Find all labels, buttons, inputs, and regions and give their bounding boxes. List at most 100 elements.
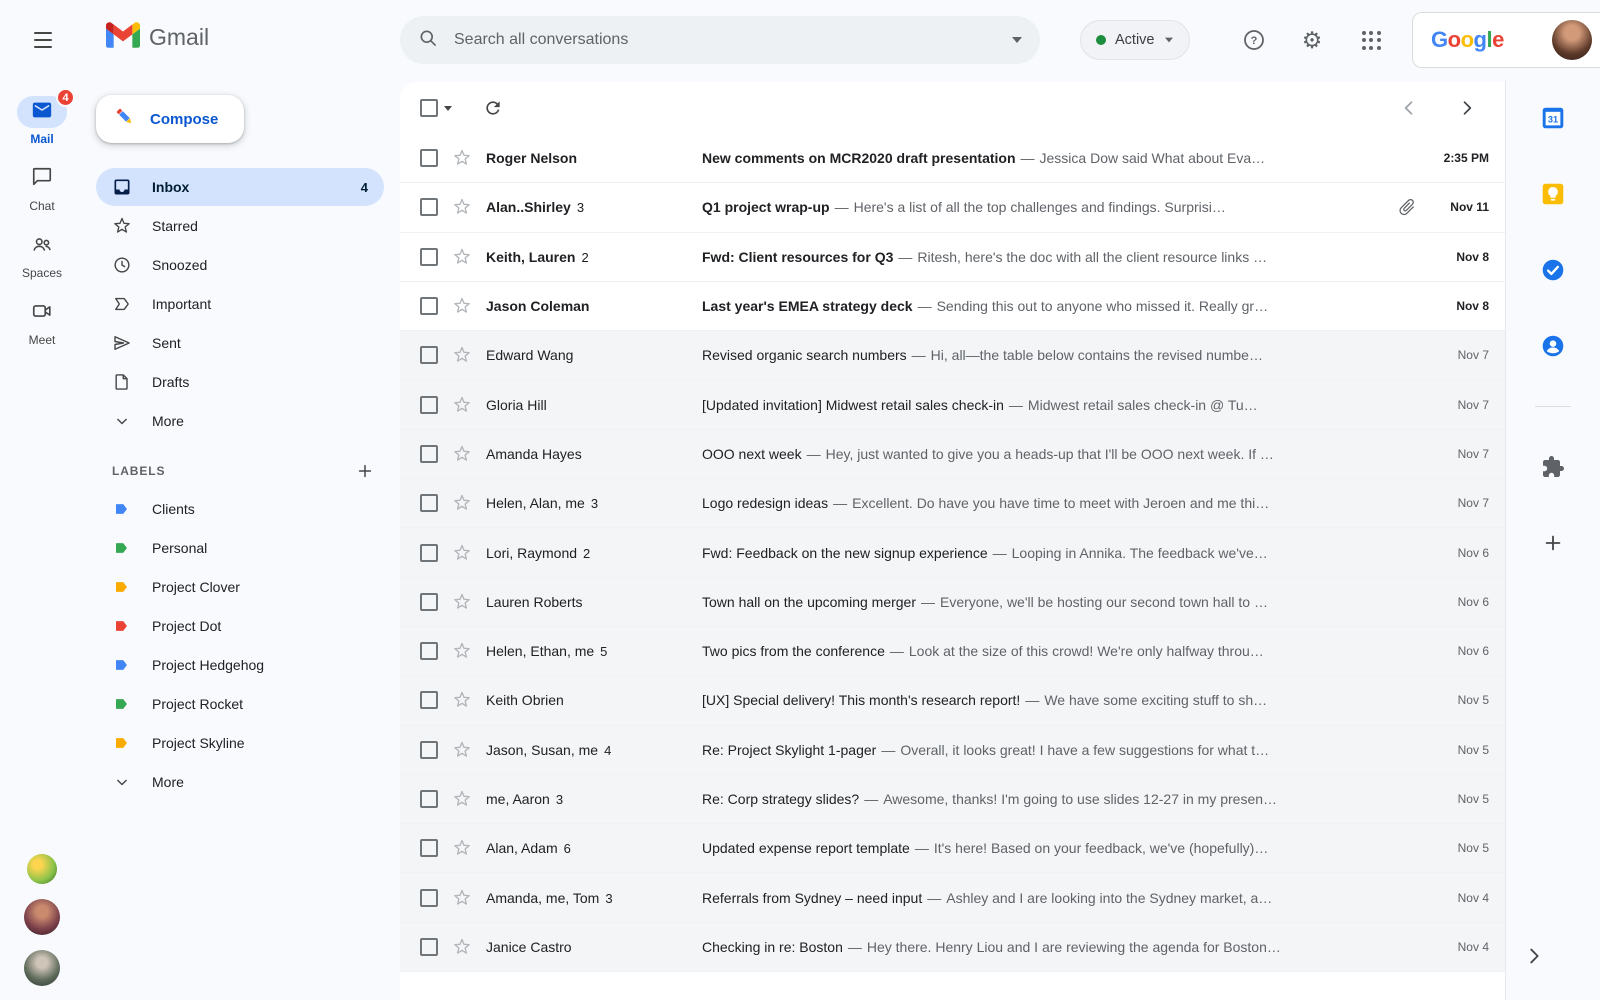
star-toggle-icon[interactable] (452, 740, 472, 760)
chat-avatar-1[interactable] (24, 899, 60, 935)
star-toggle-icon[interactable] (452, 197, 472, 217)
sidebar-label[interactable]: Project Dot (96, 607, 384, 645)
star-toggle-icon[interactable] (452, 838, 472, 858)
sidebar-label[interactable]: Project Rocket (96, 685, 384, 723)
email-row[interactable]: Edward Wang Revised organic search numbe… (400, 331, 1505, 381)
newer-page-button[interactable] (1397, 96, 1421, 120)
tasks-button[interactable] (1537, 254, 1569, 286)
main-menu-button[interactable] (26, 23, 60, 57)
email-select-checkbox[interactable] (420, 740, 438, 759)
email-select-checkbox[interactable] (420, 937, 438, 956)
star-toggle-icon[interactable] (452, 543, 472, 563)
status-selector[interactable]: Active (1080, 20, 1190, 60)
email-sender: Jason, Susan, me 4 (486, 741, 612, 758)
email-select-checkbox[interactable] (420, 839, 438, 858)
sidebar-item-starred[interactable]: Starred (96, 207, 384, 245)
search-options-caret-icon[interactable] (1012, 37, 1022, 43)
get-addons-button[interactable] (1537, 451, 1569, 483)
email-select-checkbox[interactable] (420, 592, 438, 611)
email-row[interactable]: Lori, Raymond 2 Fwd: Feedback on the new … (400, 528, 1505, 578)
sidebar-label[interactable]: Personal (96, 529, 384, 567)
email-row[interactable]: Helen, Ethan, me 5 Two pics from the conf… (400, 626, 1505, 677)
star-toggle-icon[interactable] (452, 592, 472, 612)
email-select-checkbox[interactable] (420, 444, 438, 463)
sidebar-label[interactable]: Project Clover (96, 568, 384, 606)
email-select-checkbox[interactable] (420, 395, 438, 414)
star-toggle-icon[interactable] (452, 493, 472, 513)
sidebar-item-inbox[interactable]: Inbox 4 (96, 168, 384, 206)
star-toggle-icon[interactable] (452, 444, 472, 464)
email-date: Nov 5 (1457, 742, 1489, 757)
sidebar-labels-more[interactable]: More (96, 763, 384, 801)
important-marker-icon (112, 294, 132, 314)
email-row[interactable]: Keith Obrien [UX] Special delivery! This… (400, 676, 1505, 726)
email-row[interactable]: Alan, Adam 6 Updated expense report templ… (400, 824, 1505, 874)
email-select-checkbox[interactable] (420, 543, 438, 562)
email-select-checkbox[interactable] (420, 297, 438, 316)
settings-gear-button[interactable]: ⚙ (1297, 25, 1327, 55)
sidebar-label[interactable]: Project Hedgehog (96, 646, 384, 684)
contacts-button[interactable] (1537, 330, 1569, 362)
email-row[interactable]: Roger Nelson New comments on MCR2020 dra… (400, 134, 1505, 184)
email-select-checkbox[interactable] (420, 247, 438, 266)
search-input[interactable]: Search all conversations (454, 31, 1012, 49)
sidebar-item-drafts[interactable]: Drafts (96, 363, 384, 401)
star-toggle-icon[interactable] (452, 641, 472, 661)
select-options-caret-icon[interactable] (444, 105, 452, 111)
email-row[interactable]: Keith, Lauren 2 Fwd: Client resources for… (400, 232, 1505, 282)
email-select-checkbox[interactable] (420, 346, 438, 365)
sidebar-label[interactable]: Clients (96, 490, 384, 528)
help-button[interactable]: ? (1239, 25, 1269, 55)
calendar-button[interactable]: 31 (1537, 102, 1569, 134)
sidebar-item-snoozed[interactable]: Snoozed (96, 246, 384, 284)
email-select-checkbox[interactable] (420, 691, 438, 710)
chat-avatar-sticker[interactable] (27, 854, 57, 884)
star-toggle-icon[interactable] (452, 296, 472, 316)
rail-item-chat[interactable]: Chat (17, 163, 67, 213)
email-row[interactable]: Lauren Roberts Town hall on the upcoming… (400, 577, 1505, 627)
search-bar[interactable]: Search all conversations (400, 16, 1040, 64)
email-select-checkbox[interactable] (420, 149, 438, 168)
email-row[interactable]: Helen, Alan, me 3 Logo redesign ideas — Exc… (400, 479, 1505, 529)
star-toggle-icon[interactable] (452, 937, 472, 957)
sidebar-item-more[interactable]: More (96, 402, 384, 440)
sidebar-item-sent[interactable]: Sent (96, 324, 384, 362)
sidebar-label[interactable]: Project Skyline (96, 724, 384, 762)
expand-side-panel-button[interactable] (1520, 942, 1548, 970)
email-select-checkbox[interactable] (420, 494, 438, 513)
select-all-checkbox[interactable] (420, 99, 438, 117)
email-row[interactable]: Alan..Shirley 3 Q1 project wrap-up — Here's… (400, 183, 1505, 233)
email-select-checkbox[interactable] (420, 198, 438, 217)
keep-button[interactable] (1537, 178, 1569, 210)
add-side-panel-app-button[interactable] (1537, 527, 1569, 559)
star-toggle-icon[interactable] (452, 247, 472, 267)
star-toggle-icon[interactable] (452, 148, 472, 168)
email-select-checkbox[interactable] (420, 642, 438, 661)
refresh-button[interactable] (480, 95, 506, 121)
older-page-button[interactable] (1455, 96, 1479, 120)
star-toggle-icon[interactable] (452, 888, 472, 908)
star-toggle-icon[interactable] (452, 690, 472, 710)
email-select-checkbox[interactable] (420, 790, 438, 808)
email-subject-snippet: Revised organic search numbers — Hi, all—t… (702, 347, 1263, 364)
star-toggle-icon[interactable] (452, 345, 472, 365)
google-apps-grid-button[interactable] (1356, 25, 1386, 55)
rail-item-meet[interactable]: Meet (17, 297, 67, 347)
chat-avatar-2[interactable] (24, 950, 60, 986)
star-toggle-icon[interactable] (452, 395, 472, 415)
email-select-checkbox[interactable] (420, 888, 438, 907)
compose-button[interactable]: Compose (96, 95, 245, 143)
sidebar-item-important[interactable]: Important (96, 285, 384, 323)
rail-item-mail[interactable]: 4 Mail (17, 88, 75, 146)
email-row[interactable]: Janice Castro Checking in re: Boston — Hey… (400, 922, 1505, 973)
account-avatar[interactable] (1552, 20, 1592, 60)
email-row[interactable]: Gloria Hill [Updated invitation] Midwest… (400, 380, 1505, 430)
email-row[interactable]: Jason, Susan, me 4 Re: Project Skylight 1… (400, 725, 1505, 775)
email-row[interactable]: Jason Coleman Last year's EMEA strategy … (400, 281, 1505, 332)
create-label-button[interactable] (352, 458, 378, 484)
email-row[interactable]: me, Aaron 3 Re: Corp strategy slides? — Awe… (400, 774, 1505, 825)
email-row[interactable]: Amanda, me, Tom 3 Referrals from Sydney –… (400, 873, 1505, 923)
email-row[interactable]: Amanda Hayes OOO next week — Hey, just wan… (400, 429, 1505, 480)
star-toggle-icon[interactable] (452, 789, 472, 809)
rail-item-spaces[interactable]: Spaces (17, 230, 67, 280)
